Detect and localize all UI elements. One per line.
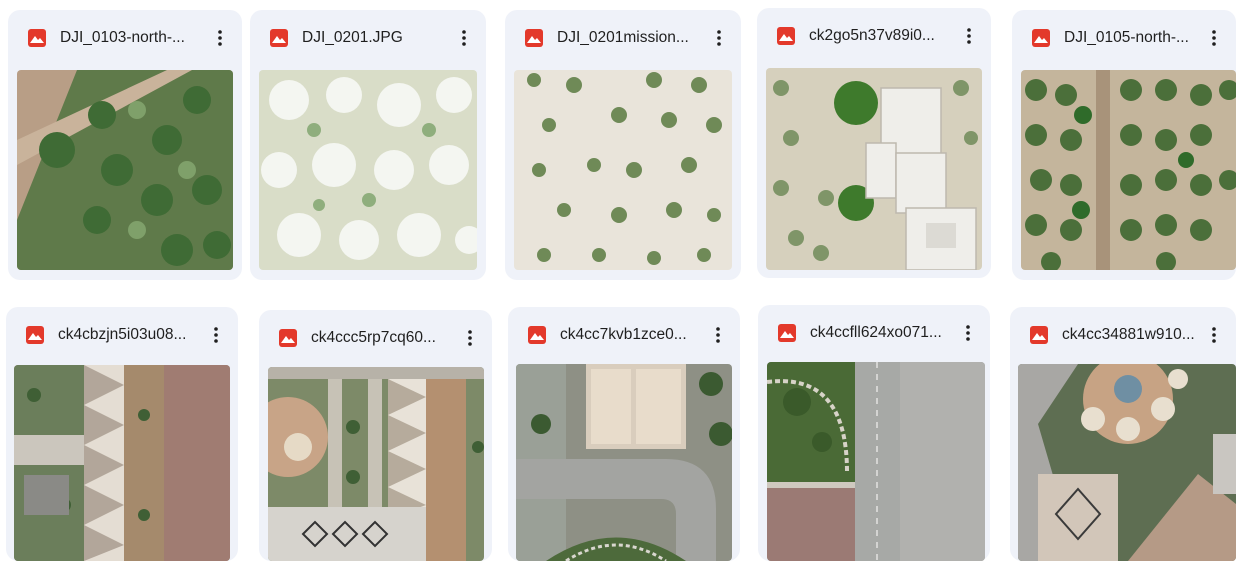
image-file-icon (1030, 326, 1048, 344)
image-thumbnail[interactable] (17, 70, 233, 270)
file-card[interactable]: ck4cbzjn5i03u08... (6, 307, 238, 561)
file-name[interactable]: DJI_0201.JPG (302, 29, 452, 47)
file-card[interactable]: ck4ccfll624xo071... (758, 305, 990, 561)
file-card[interactable]: DJI_0105-north-... (1012, 10, 1236, 280)
image-thumbnail[interactable] (514, 70, 732, 270)
file-card[interactable]: DJI_0201mission... (505, 10, 741, 280)
image-file-icon (777, 27, 795, 45)
more-options-button[interactable] (957, 24, 981, 48)
file-card[interactable]: ck4cc7kvb1zce0... (508, 307, 740, 561)
file-card[interactable]: ck2go5n37v89i0... (757, 8, 991, 278)
file-grid: DJI_0103-north-... DJI_0201.JPG DJI_0201… (0, 0, 1236, 561)
file-card-header: DJI_0201.JPG (250, 10, 486, 66)
more-vert-icon (1212, 30, 1216, 46)
file-card[interactable]: DJI_0103-north-... (8, 10, 242, 280)
file-card-header: DJI_0105-north-... (1012, 10, 1236, 66)
file-card-header: ck4cbzjn5i03u08... (6, 307, 238, 363)
image-file-icon (528, 326, 546, 344)
more-options-button[interactable] (1202, 323, 1226, 347)
image-file-icon (28, 29, 46, 47)
image-file-icon (270, 29, 288, 47)
more-vert-icon (967, 28, 971, 44)
image-file-icon (525, 29, 543, 47)
image-thumbnail[interactable] (516, 364, 732, 561)
more-vert-icon (468, 330, 472, 346)
file-card-header: ck4cc34881w910... (1010, 307, 1236, 363)
file-name[interactable]: DJI_0201mission... (557, 29, 707, 47)
image-thumbnail[interactable] (1018, 364, 1236, 561)
more-vert-icon (218, 30, 222, 46)
image-file-icon (279, 329, 297, 347)
file-card-header: ck4cc7kvb1zce0... (508, 307, 740, 363)
more-vert-icon (716, 327, 720, 343)
file-name[interactable]: ck2go5n37v89i0... (809, 27, 957, 45)
more-options-button[interactable] (458, 326, 482, 350)
file-card[interactable]: DJI_0201.JPG (250, 10, 486, 280)
image-thumbnail[interactable] (268, 367, 484, 561)
image-thumbnail[interactable] (14, 365, 230, 561)
file-name[interactable]: ck4cc7kvb1zce0... (560, 326, 706, 344)
more-vert-icon (462, 30, 466, 46)
file-card-header: ck4ccfll624xo071... (758, 305, 990, 361)
file-card-header: DJI_0103-north-... (8, 10, 242, 66)
more-vert-icon (214, 327, 218, 343)
image-thumbnail[interactable] (766, 68, 982, 270)
file-name[interactable]: DJI_0103-north-... (60, 29, 208, 47)
more-options-button[interactable] (208, 26, 232, 50)
image-thumbnail[interactable] (1021, 70, 1236, 270)
file-name[interactable]: ck4ccfll624xo071... (810, 324, 956, 342)
file-card[interactable]: ck4ccc5rp7cq60... (259, 310, 492, 561)
more-vert-icon (717, 30, 721, 46)
file-name[interactable]: DJI_0105-north-... (1064, 29, 1202, 47)
image-file-icon (1032, 29, 1050, 47)
file-card-header: DJI_0201mission... (505, 10, 741, 66)
image-file-icon (26, 326, 44, 344)
more-options-button[interactable] (1202, 26, 1226, 50)
more-options-button[interactable] (707, 26, 731, 50)
file-name[interactable]: ck4ccc5rp7cq60... (311, 329, 458, 347)
image-thumbnail[interactable] (259, 70, 477, 270)
more-vert-icon (966, 325, 970, 341)
file-card-header: ck4ccc5rp7cq60... (259, 310, 492, 366)
image-file-icon (778, 324, 796, 342)
file-card[interactable]: ck4cc34881w910... (1010, 307, 1236, 561)
more-options-button[interactable] (706, 323, 730, 347)
more-vert-icon (1212, 327, 1216, 343)
image-thumbnail[interactable] (767, 362, 985, 561)
more-options-button[interactable] (452, 26, 476, 50)
more-options-button[interactable] (204, 323, 228, 347)
file-name[interactable]: ck4cc34881w910... (1062, 326, 1202, 344)
file-name[interactable]: ck4cbzjn5i03u08... (58, 326, 204, 344)
file-card-header: ck2go5n37v89i0... (757, 8, 991, 64)
more-options-button[interactable] (956, 321, 980, 345)
